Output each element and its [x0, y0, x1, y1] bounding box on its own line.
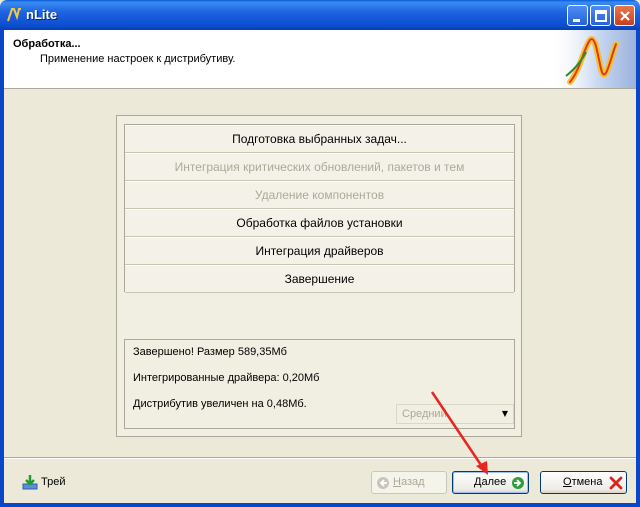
maximize-icon — [595, 10, 607, 22]
back-arrow-icon — [377, 477, 389, 489]
nlite-logo — [548, 30, 636, 88]
page-subtitle: Применение настроек к дистрибутиву. — [40, 53, 236, 65]
task-item-remove-components: Удаление компонентов — [125, 181, 514, 209]
close-button[interactable] — [614, 5, 635, 26]
task-item-process-setup-files: Обработка файлов установки — [125, 209, 514, 237]
download-tray-icon — [22, 475, 38, 490]
next-button[interactable]: Далее — [452, 471, 529, 494]
wizard-header: Обработка... Применение настроек к дистр… — [4, 30, 636, 89]
chevron-down-icon[interactable]: ▼ — [497, 405, 513, 423]
window-title: nLite — [26, 7, 58, 22]
result-size-text: Завершено! Размер 589,35Мб — [133, 346, 287, 358]
cancel-button-accel: О — [563, 476, 572, 488]
nlite-app-icon — [7, 8, 21, 22]
task-item-finish: Завершение — [125, 265, 514, 293]
task-item-integrate-updates: Интеграция критических обновлений, пакет… — [125, 153, 514, 181]
back-button-label: азад — [400, 476, 425, 488]
task-item-integrate-drivers: Интеграция драйверов — [125, 237, 514, 265]
minimize-icon — [573, 19, 580, 22]
priority-dropdown-value: Средний — [402, 408, 447, 420]
task-item-prepare: Подготовка выбранных задач... — [125, 125, 514, 153]
window-frame-left — [0, 30, 4, 507]
priority-dropdown[interactable]: Средний ▼ — [396, 404, 514, 424]
maximize-button[interactable] — [590, 5, 611, 26]
cancel-button-label: тмена — [571, 476, 603, 488]
window-frame-bottom — [0, 503, 640, 507]
task-list: Подготовка выбранных задач... Интеграция… — [124, 124, 515, 293]
cancel-button[interactable]: Отмена — [540, 471, 627, 494]
back-button[interactable]: Назад — [371, 471, 447, 494]
page-title: Обработка... — [13, 38, 81, 50]
result-box: Завершено! Размер 589,35Мб Интегрированн… — [124, 339, 515, 429]
result-drivers-text: Интегрированные драйвера: 0,20Мб — [133, 372, 320, 384]
tray-label: Трей — [41, 476, 66, 488]
window-frame-right — [636, 30, 640, 507]
close-icon — [620, 11, 630, 21]
cancel-x-icon — [609, 476, 623, 490]
footer-separator — [4, 457, 636, 459]
next-arrow-icon — [512, 477, 524, 489]
next-button-label: алее — [481, 476, 507, 488]
back-button-accel: Н — [393, 476, 401, 488]
title-bar[interactable]: nLite — [0, 0, 640, 30]
minimize-button[interactable] — [567, 5, 588, 26]
result-increase-text: Дистрибутив увеличен на 0,48Мб. — [133, 398, 307, 410]
